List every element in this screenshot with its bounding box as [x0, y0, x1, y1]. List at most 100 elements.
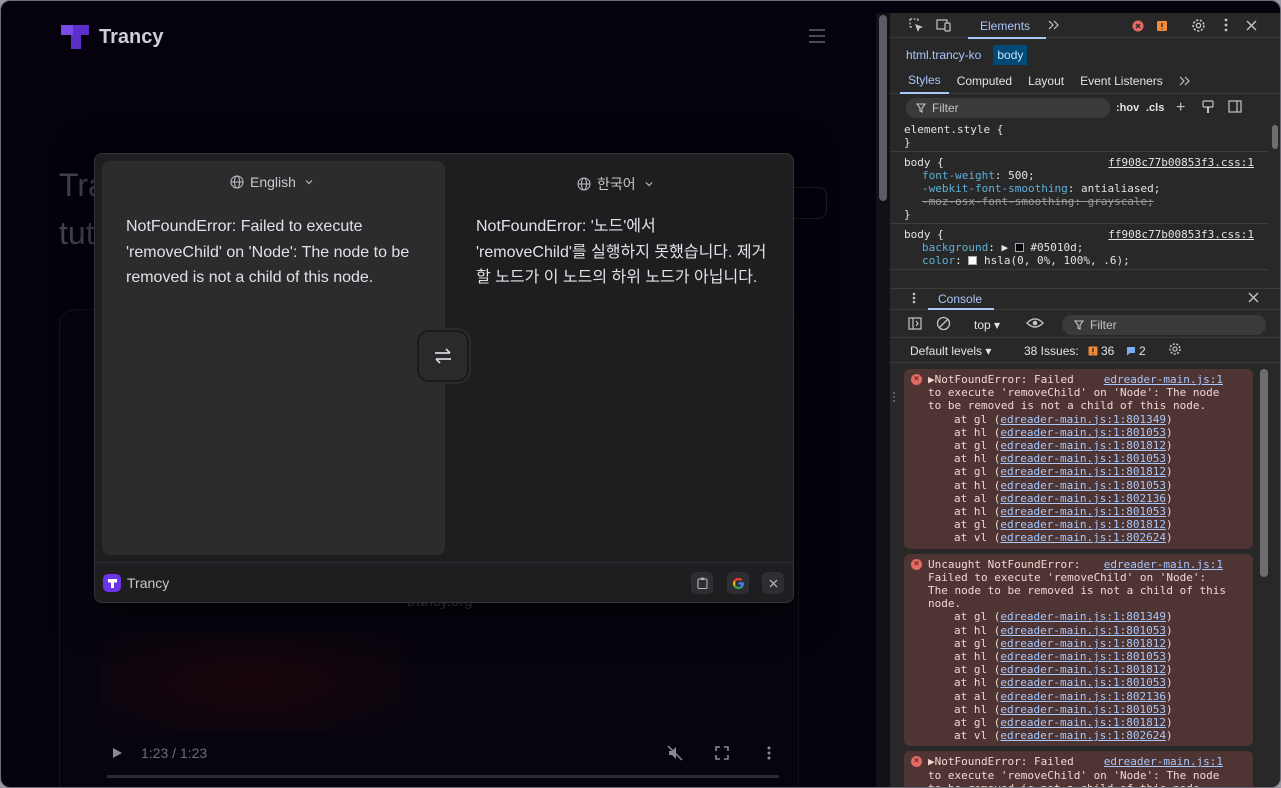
- message-source-link[interactable]: edreader-main.js:1: [1104, 755, 1223, 768]
- footer-brand-name: Trancy: [127, 575, 170, 591]
- error-count-icon[interactable]: [1130, 18, 1146, 34]
- styles-scrollbar[interactable]: [1272, 125, 1278, 149]
- stack-frame-link[interactable]: edreader-main.js:1:802624: [1000, 531, 1166, 544]
- source-language-select[interactable]: English: [230, 174, 316, 190]
- close-icon: [769, 579, 777, 587]
- tab-computed[interactable]: Computed: [949, 68, 1020, 94]
- context-select[interactable]: top ▾: [974, 318, 1000, 332]
- stack-frame-link[interactable]: edreader-main.js:1:801812: [1000, 716, 1166, 729]
- stack-frame: at gl (edreader-main.js:1:801812): [954, 465, 1173, 479]
- stack-frame-link[interactable]: edreader-main.js:1:801812: [1000, 465, 1166, 478]
- stack-frame-link[interactable]: edreader-main.js:1:801812: [1000, 637, 1166, 650]
- tab-styles[interactable]: Styles: [900, 68, 949, 94]
- stack-frame: at gl (edreader-main.js:1:801349): [954, 610, 1173, 624]
- breadcrumb-body[interactable]: body: [993, 45, 1028, 65]
- stack-frame-link[interactable]: edreader-main.js:1:801053: [1000, 505, 1166, 518]
- stack-frame-link[interactable]: edreader-main.js:1:801053: [1000, 426, 1166, 439]
- stack-frame-link[interactable]: edreader-main.js:1:801053: [1000, 452, 1166, 465]
- stack-frame-fn: hl: [973, 650, 988, 664]
- stack-frame-link[interactable]: edreader-main.js:1:801053: [1000, 650, 1166, 663]
- inspect-element-icon[interactable]: [908, 17, 924, 33]
- close-devtools-icon[interactable]: [1243, 17, 1259, 33]
- translation-popup: English NotFoundError: Failed to execute…: [94, 153, 794, 603]
- stack-frame-link[interactable]: edreader-main.js:1:801053: [1000, 703, 1166, 716]
- console-filter-input[interactable]: Filter: [1062, 314, 1266, 335]
- stack-frame-link[interactable]: edreader-main.js:1:801053: [1000, 676, 1166, 689]
- stack-frame-link[interactable]: edreader-main.js:1:801349: [1000, 610, 1166, 623]
- hov-toggle[interactable]: :hov: [1116, 102, 1139, 114]
- stack-frame-fn: gl: [973, 412, 988, 426]
- stack-frame-link[interactable]: edreader-main.js:1:801349: [1000, 413, 1166, 426]
- tab-console[interactable]: Console: [938, 292, 982, 306]
- source-text[interactable]: NotFoundError: Failed to execute 'remove…: [126, 214, 436, 291]
- target-language-select[interactable]: 한국어: [577, 174, 656, 194]
- stack-frame: at al (edreader-main.js:1:802136): [954, 689, 1173, 703]
- stack-frame-link[interactable]: edreader-main.js:1:802624: [1000, 729, 1166, 742]
- issues-info-badge[interactable]: 2: [1126, 344, 1146, 358]
- console-sidebar-icon[interactable]: [908, 316, 922, 333]
- stylesheet-link[interactable]: ff908c77b00853f3.css:1: [1108, 156, 1254, 169]
- fullscreen-button[interactable]: [715, 743, 729, 763]
- settings-gear-icon[interactable]: [1190, 17, 1206, 33]
- close-drawer-icon[interactable]: [1248, 292, 1259, 306]
- video-progress-bar[interactable]: [107, 775, 779, 778]
- close-popup-button[interactable]: [762, 572, 784, 594]
- copy-button[interactable]: [691, 572, 713, 594]
- play-button[interactable]: [111, 743, 123, 763]
- device-toolbar-icon[interactable]: [936, 17, 952, 33]
- stack-frame-link[interactable]: edreader-main.js:1:802136: [1000, 690, 1166, 703]
- default-levels-select[interactable]: Default levels ▾: [910, 344, 991, 358]
- devtools-toolbar: Elements: [890, 13, 1280, 39]
- google-translate-button[interactable]: [727, 572, 749, 594]
- console-error-message[interactable]: × edreader-main.js:1 Uncaught NotFoundErro…: [904, 553, 1253, 747]
- tab-layout[interactable]: Layout: [1020, 68, 1072, 94]
- toggle-sidebar-icon[interactable]: [1228, 100, 1242, 116]
- issues-label[interactable]: 38 Issues:: [1024, 344, 1079, 358]
- page-scrollbar[interactable]: [876, 13, 890, 787]
- stack-frame-link[interactable]: edreader-main.js:1:801812: [1000, 439, 1166, 452]
- site-logo[interactable]: Trancy: [59, 23, 163, 51]
- more-tabs-icon[interactable]: [1046, 17, 1062, 33]
- stack-frame: at hl (edreader-main.js:1:801053): [954, 676, 1173, 690]
- warning-count-icon[interactable]: [1154, 18, 1170, 34]
- paint-brush-icon[interactable]: [1202, 99, 1214, 117]
- stack-frame-fn: al: [973, 491, 988, 505]
- color-swatch[interactable]: [1014, 243, 1024, 252]
- mute-button[interactable]: [667, 743, 683, 763]
- tab-event-listeners[interactable]: Event Listeners: [1072, 68, 1171, 94]
- stack-frame-link[interactable]: edreader-main.js:1:801812: [1000, 518, 1166, 531]
- stylesheet-link[interactable]: ff908c77b00853f3.css:1: [1108, 228, 1254, 241]
- console-error-message[interactable]: × edreader-main.js:1 ▶NotFoundError: Faile…: [904, 369, 1253, 549]
- styles-filter-input[interactable]: Filter: [906, 98, 1110, 118]
- tab-elements[interactable]: Elements: [980, 19, 1030, 33]
- clear-console-icon[interactable]: [936, 316, 951, 334]
- stack-frame-link[interactable]: edreader-main.js:1:801812: [1000, 663, 1166, 676]
- footer-brand: Trancy: [103, 574, 169, 592]
- add-rule-icon[interactable]: +: [1176, 99, 1185, 117]
- video-more-button[interactable]: [767, 743, 771, 763]
- console-scrollbar[interactable]: [1260, 369, 1268, 577]
- live-expression-eye-icon[interactable]: [1026, 317, 1044, 332]
- more-subtabs-icon[interactable]: [1171, 68, 1199, 94]
- message-source-link[interactable]: edreader-main.js:1: [1104, 558, 1223, 571]
- color-swatch[interactable]: [968, 256, 978, 265]
- panel-resize-handle[interactable]: [892, 391, 896, 403]
- css-rule: body {ff908c77b00853f3.css:1 font-weight…: [890, 152, 1268, 224]
- cls-toggle[interactable]: .cls: [1146, 102, 1164, 114]
- stack-frame-link[interactable]: edreader-main.js:1:801053: [1000, 624, 1166, 637]
- swap-languages-button[interactable]: [417, 330, 469, 382]
- error-icon: ×: [911, 558, 922, 570]
- more-options-icon[interactable]: [1218, 17, 1234, 33]
- menu-icon[interactable]: [809, 29, 825, 47]
- console-settings-gear-icon[interactable]: [1168, 342, 1182, 359]
- drawer-menu-icon[interactable]: [912, 292, 916, 307]
- stack-frame-link[interactable]: edreader-main.js:1:801053: [1000, 479, 1166, 492]
- popup-footer: Trancy: [95, 562, 793, 602]
- issues-warning-badge[interactable]: 36: [1088, 344, 1114, 358]
- message-source-link[interactable]: edreader-main.js:1: [1104, 373, 1223, 386]
- breadcrumb: html.trancy-ko body: [890, 43, 1280, 67]
- stack-frame-fn: hl: [973, 623, 988, 637]
- breadcrumb-html[interactable]: html.trancy-ko: [902, 45, 985, 65]
- console-error-message[interactable]: × edreader-main.js:1 ▶NotFoundError: Faile…: [904, 751, 1253, 787]
- stack-frame-link[interactable]: edreader-main.js:1:802136: [1000, 492, 1166, 505]
